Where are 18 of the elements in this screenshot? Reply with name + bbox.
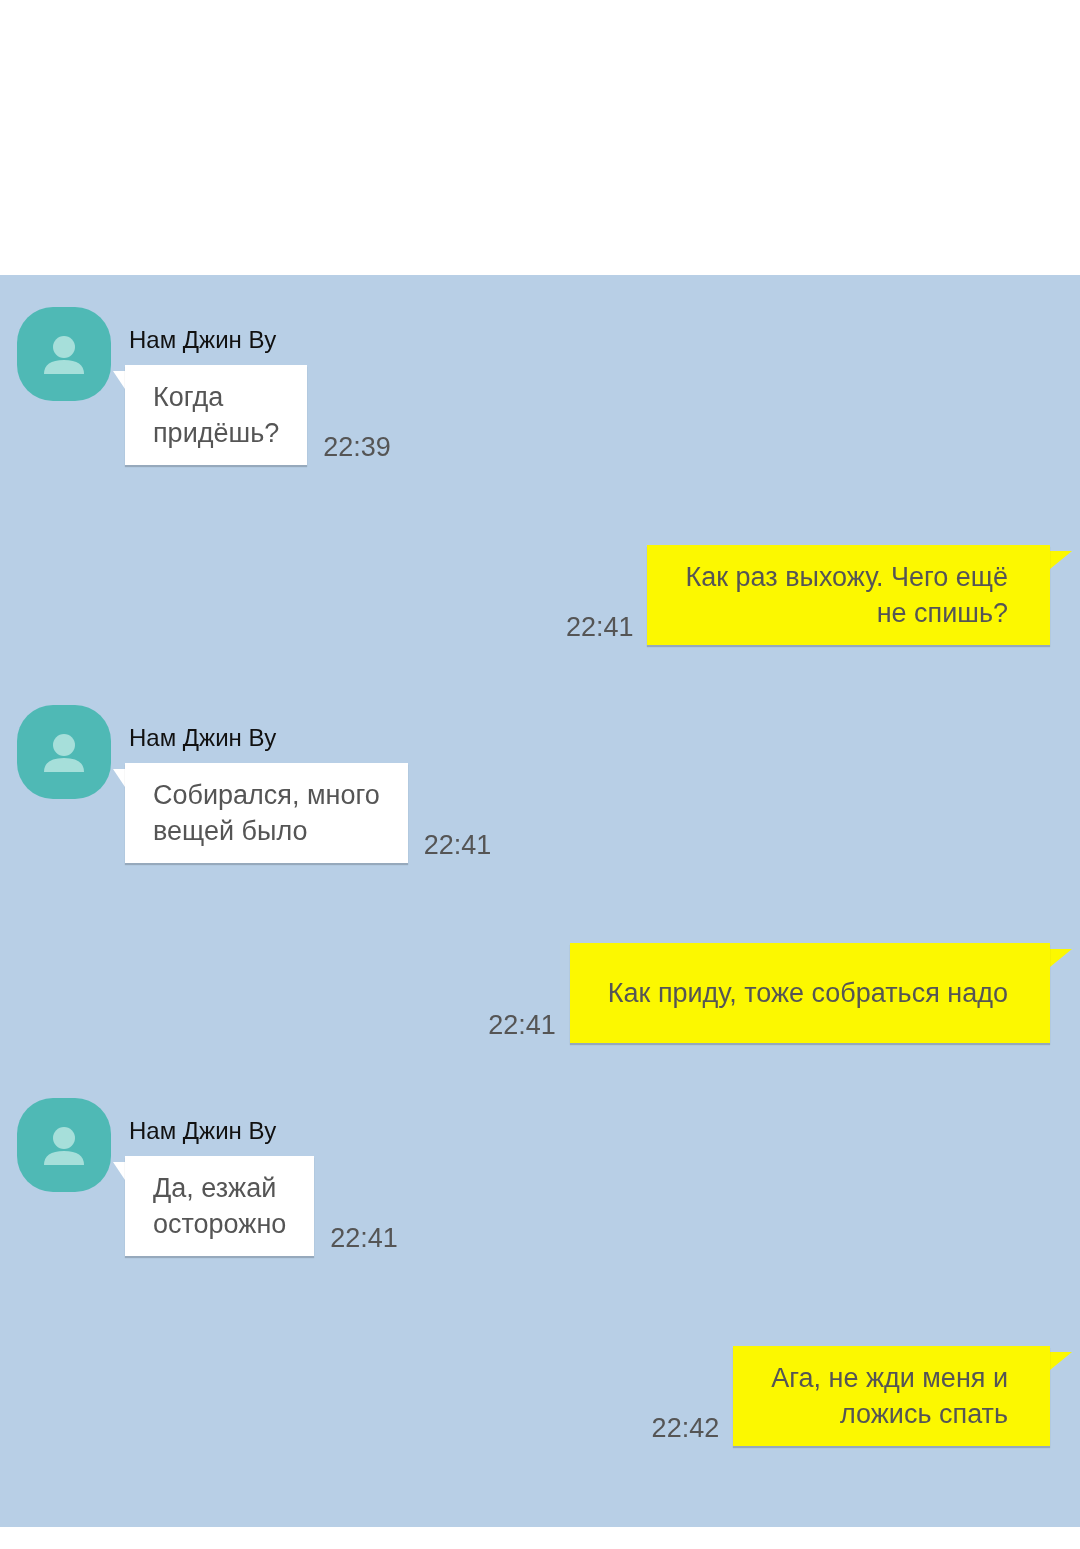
avatar-icon: [17, 307, 111, 401]
message-time: 22:42: [651, 1413, 720, 1444]
message-time: 22:41: [565, 612, 634, 643]
message-bubble: Ага, не жди меня и ложись спать: [733, 1346, 1050, 1446]
message-bubble: Как раз выхожу. Чего ещё не спишь?: [647, 545, 1050, 645]
sender-name: Нам Джин Ву: [129, 723, 278, 753]
message-time: 22:41: [330, 1223, 398, 1254]
avatar-icon: [17, 705, 111, 799]
message-time: 22:41: [488, 1010, 556, 1041]
message-bubble: Как приду, тоже собраться надо: [569, 943, 1050, 1043]
message-bubble: Да, езжай осторожно: [125, 1156, 315, 1256]
message-time: 22:41: [423, 830, 492, 861]
message-bubble: Собирался, много вещей было: [125, 763, 408, 863]
avatar-icon: [17, 1098, 111, 1192]
message-bubble: Когда придёшь?: [125, 365, 308, 465]
sender-name: Нам Джин Ву: [129, 1116, 278, 1146]
message-time: 22:39: [323, 432, 391, 463]
sender-name: Нам Джин Ву: [129, 325, 278, 355]
